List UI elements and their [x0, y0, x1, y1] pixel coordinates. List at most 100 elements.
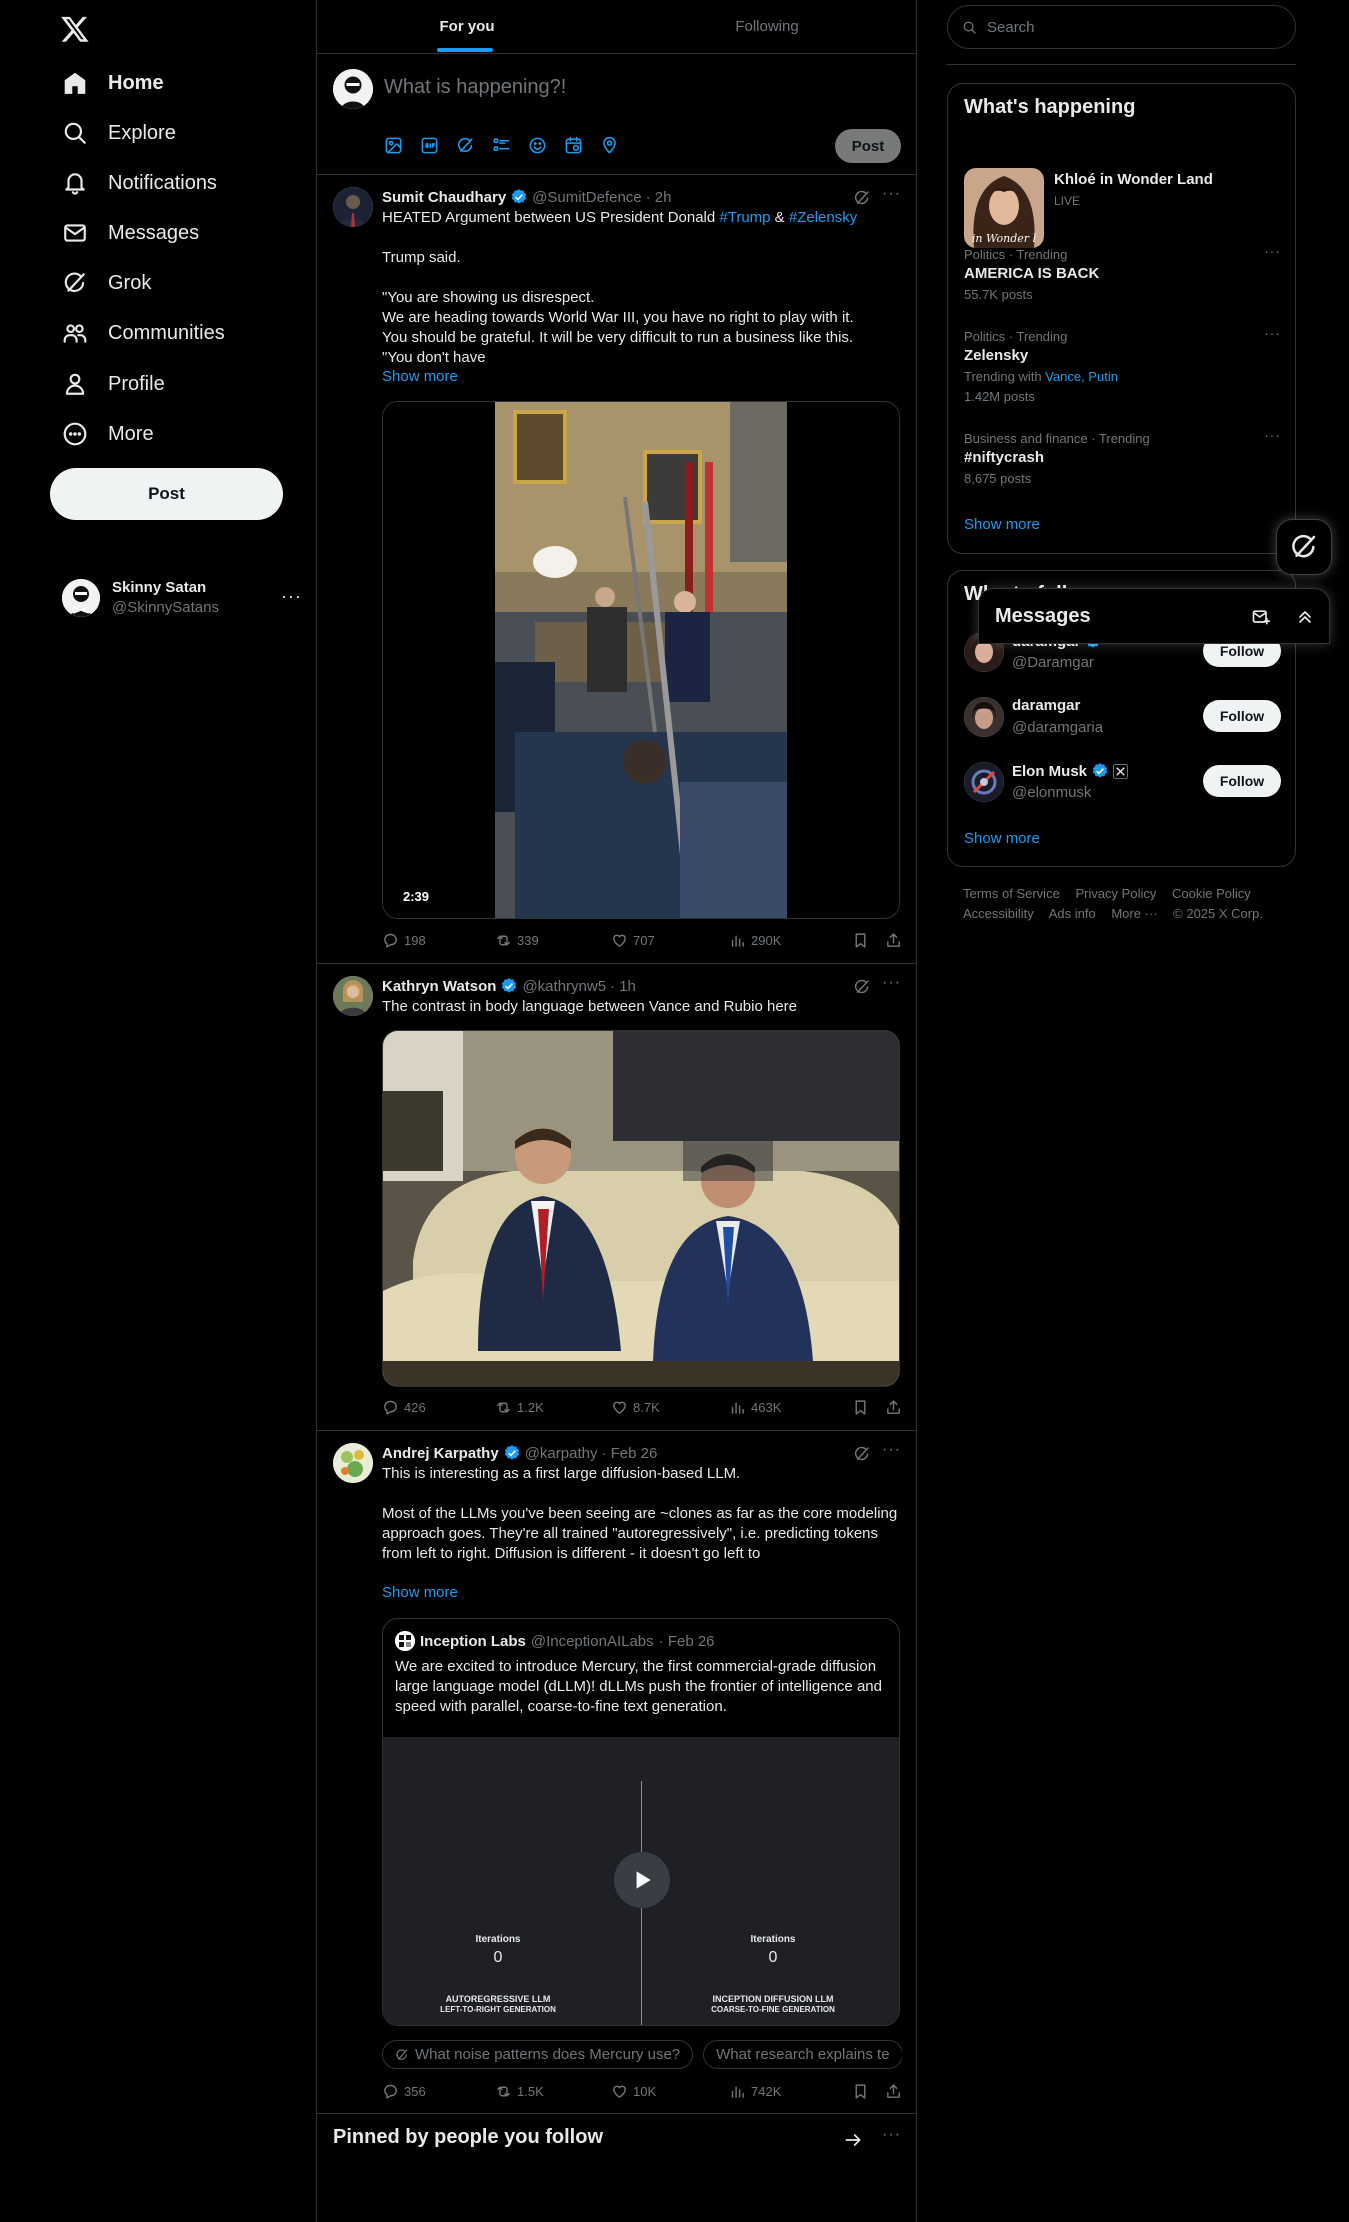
- hashtag-link[interactable]: #Trump: [719, 209, 770, 226]
- show-more-link[interactable]: Show more: [382, 368, 458, 385]
- nav-communities[interactable]: Communities: [62, 313, 225, 353]
- repost-button[interactable]: 1.2K: [495, 1399, 611, 1416]
- follow-suggestion[interactable]: daramgar @daramgaria Follow: [964, 695, 1281, 739]
- views-button[interactable]: 742K: [729, 2083, 781, 2100]
- poll-icon[interactable]: [492, 136, 511, 155]
- follow-button[interactable]: Follow: [1203, 765, 1281, 797]
- more-dots-icon[interactable]: ···: [882, 1441, 901, 1459]
- event-thumbnail[interactable]: in Wonder l: [964, 168, 1044, 248]
- account-switcher[interactable]: Skinny Satan @SkinnySatans ···: [62, 576, 302, 620]
- messages-drawer[interactable]: Messages: [978, 588, 1330, 644]
- tab-for-you[interactable]: For you: [317, 0, 617, 53]
- show-more-link[interactable]: Show more: [964, 830, 1040, 847]
- show-more-link[interactable]: Show more: [382, 1584, 458, 1601]
- trend-item[interactable]: Business and finance · Trending #niftycr…: [964, 427, 1281, 489]
- more-dots-icon[interactable]: ···: [882, 2126, 901, 2144]
- footer-link[interactable]: Ads info: [1049, 906, 1096, 921]
- share-icon[interactable]: [885, 932, 902, 949]
- tweet-time[interactable]: · Feb 26: [601, 1445, 657, 1462]
- tweet[interactable]: Sumit Chaudhary @SumitDefence · 2h ··· H…: [317, 175, 917, 964]
- more-dots-icon[interactable]: ···: [281, 586, 302, 607]
- gif-icon[interactable]: [420, 136, 439, 155]
- search-input[interactable]: Search: [947, 5, 1296, 49]
- quoted-video-player[interactable]: Iterations 0 AUTOREGRESSIVE LLM LEFT-TO-…: [383, 1737, 899, 2025]
- reply-button[interactable]: 356: [382, 2083, 495, 2100]
- pinned-section-header[interactable]: Pinned by people you follow ···: [317, 2114, 917, 2162]
- grok-icon[interactable]: [853, 978, 871, 996]
- tweet-time[interactable]: · 2h: [646, 189, 672, 206]
- author-handle[interactable]: @kathrynw5: [522, 978, 606, 995]
- bookmark-icon[interactable]: [852, 932, 869, 949]
- event-title[interactable]: Khloé in Wonder Land: [1054, 171, 1213, 188]
- nav-more[interactable]: More: [62, 414, 154, 454]
- tweet-time[interactable]: · 1h: [610, 978, 636, 995]
- nav-grok[interactable]: Grok: [62, 263, 151, 303]
- image-icon[interactable]: [384, 136, 403, 155]
- views-button[interactable]: 463K: [729, 1399, 781, 1416]
- footer-link[interactable]: Accessibility: [963, 906, 1034, 921]
- footer-link[interactable]: Cookie Policy: [1172, 886, 1251, 901]
- grok-floating-button[interactable]: [1276, 519, 1332, 575]
- compose-input[interactable]: What is happening?!: [384, 76, 566, 99]
- avatar[interactable]: [333, 1443, 373, 1483]
- grok-icon[interactable]: [853, 1445, 871, 1463]
- tweet[interactable]: Kathryn Watson @kathrynw5 · 1h ··· The c…: [317, 964, 917, 1431]
- nav-explore[interactable]: Explore: [62, 113, 176, 153]
- footer-link[interactable]: Privacy Policy: [1075, 886, 1156, 901]
- avatar[interactable]: [333, 187, 373, 227]
- play-icon[interactable]: [614, 1852, 670, 1908]
- like-button[interactable]: 707: [611, 932, 729, 949]
- more-dots-icon[interactable]: ···: [882, 185, 901, 203]
- more-dots-icon[interactable]: ···: [882, 974, 901, 992]
- repost-button[interactable]: 339: [495, 932, 611, 949]
- compose-post-button[interactable]: Post: [835, 129, 901, 163]
- author-name[interactable]: Kathryn Watson: [382, 978, 496, 995]
- share-icon[interactable]: [885, 2083, 902, 2100]
- show-more-link[interactable]: Show more: [964, 516, 1040, 533]
- footer-link[interactable]: Terms of Service: [963, 886, 1060, 901]
- nav-profile[interactable]: Profile: [62, 364, 165, 404]
- location-icon[interactable]: [600, 136, 619, 155]
- avatar[interactable]: [333, 976, 373, 1016]
- follow-suggestion[interactable]: Elon Musk @elonmusk Follow: [964, 760, 1281, 804]
- grok-suggestion-chip[interactable]: What research explains te: [703, 2040, 902, 2069]
- trend-item[interactable]: Politics · Trending Zelensky Trending wi…: [964, 325, 1281, 407]
- repost-button[interactable]: 1.5K: [495, 2083, 611, 2100]
- share-icon[interactable]: [885, 1399, 902, 1416]
- trend-related-links[interactable]: Vance, Putin: [1045, 369, 1118, 384]
- grok-suggestion-chip[interactable]: What noise patterns does Mercury use?: [382, 2040, 694, 2069]
- arrow-right-icon[interactable]: [843, 2130, 863, 2150]
- x-logo-icon[interactable]: [60, 14, 90, 44]
- author-handle[interactable]: @karpathy: [525, 1445, 598, 1462]
- more-dots-icon[interactable]: ···: [1264, 427, 1281, 443]
- expand-up-icon[interactable]: [1295, 607, 1315, 627]
- emoji-icon[interactable]: [528, 136, 547, 155]
- bookmark-icon[interactable]: [852, 1399, 869, 1416]
- author-name[interactable]: Sumit Chaudhary: [382, 189, 506, 206]
- reply-button[interactable]: 198: [382, 932, 495, 949]
- author-handle[interactable]: @SumitDefence: [532, 189, 641, 206]
- grok-icon[interactable]: [456, 136, 475, 155]
- trend-item[interactable]: Politics · Trending AMERICA IS BACK 55.7…: [964, 243, 1281, 305]
- author-name[interactable]: Andrej Karpathy: [382, 1445, 499, 1462]
- more-dots-icon[interactable]: ···: [1264, 243, 1281, 259]
- more-dots-icon[interactable]: ···: [1264, 325, 1281, 341]
- views-button[interactable]: 290K: [729, 932, 781, 949]
- post-button[interactable]: Post: [50, 468, 283, 520]
- new-message-icon[interactable]: [1251, 607, 1271, 627]
- follow-button[interactable]: Follow: [1203, 700, 1281, 732]
- nav-home[interactable]: Home: [62, 63, 164, 103]
- hashtag-link[interactable]: #Zelensky: [789, 209, 857, 226]
- like-button[interactable]: 10K: [611, 2083, 729, 2100]
- nav-notifications[interactable]: Notifications: [62, 163, 217, 203]
- nav-messages[interactable]: Messages: [62, 213, 199, 253]
- grok-icon[interactable]: [853, 189, 871, 207]
- video-player[interactable]: 2:39: [382, 401, 900, 919]
- like-button[interactable]: 8.7K: [611, 1399, 729, 1416]
- schedule-icon[interactable]: [564, 136, 583, 155]
- tab-following[interactable]: Following: [617, 0, 917, 53]
- quoted-tweet[interactable]: Inception Labs @InceptionAILabs · Feb 26…: [382, 1618, 900, 2026]
- tweet-photo[interactable]: [382, 1030, 900, 1387]
- footer-link[interactable]: More ···: [1111, 906, 1157, 921]
- reply-button[interactable]: 426: [382, 1399, 495, 1416]
